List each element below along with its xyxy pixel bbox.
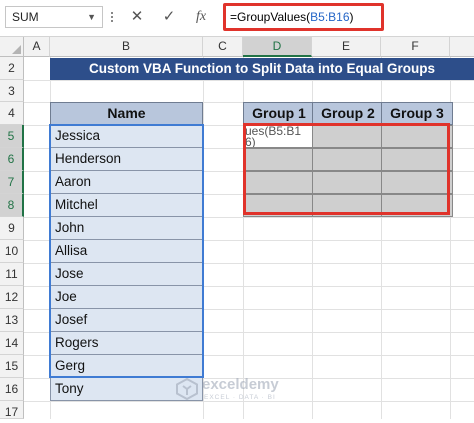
group-1-header: Group 1 — [243, 102, 315, 125]
watermark-tagline: EXCEL · DATA · BI — [204, 394, 276, 401]
active-cell-d5[interactable]: ues(B5:B1 6) — [243, 125, 315, 148]
group-cell[interactable] — [243, 148, 315, 171]
exceldemy-logo-icon — [176, 378, 198, 400]
formula-prefix: =GroupValues( — [230, 10, 311, 24]
name-cell[interactable]: Josef — [50, 309, 203, 332]
group-3-header: Group 3 — [381, 102, 453, 125]
row-header-13[interactable]: 13 — [0, 309, 24, 332]
group-cell[interactable] — [312, 171, 384, 194]
row-header-7[interactable]: 7 — [0, 171, 24, 194]
column-header-d[interactable]: D — [243, 37, 312, 57]
group-cell[interactable] — [243, 194, 315, 217]
name-box-value: SUM — [12, 10, 39, 24]
fx-icon[interactable]: fx — [192, 7, 210, 27]
column-header-blank — [450, 37, 474, 57]
column-header-b[interactable]: B — [50, 37, 203, 57]
cancel-icon[interactable]: ✕ — [128, 7, 146, 27]
name-cell[interactable]: Allisa — [50, 240, 203, 263]
group-cell[interactable] — [381, 125, 453, 148]
enter-icon[interactable]: ✓ — [160, 7, 178, 27]
group-cell[interactable] — [381, 194, 453, 217]
sheet-title: Custom VBA Function to Split Data into E… — [50, 58, 474, 80]
column-header-a[interactable]: A — [24, 37, 50, 57]
name-cell[interactable]: Mitchel — [50, 194, 203, 217]
column-header-c[interactable]: C — [203, 37, 243, 57]
row-header-12[interactable]: 12 — [0, 286, 24, 309]
name-column-header: Name — [50, 102, 203, 125]
row-header-15[interactable]: 15 — [0, 355, 24, 378]
group-cell[interactable] — [381, 171, 453, 194]
row-header-3[interactable]: 3 — [0, 80, 24, 102]
row-header-16[interactable]: 16 — [0, 378, 24, 401]
group-cell[interactable] — [312, 125, 384, 148]
row-header-6[interactable]: 6 — [0, 148, 24, 171]
name-cell[interactable]: Jessica — [50, 125, 203, 148]
name-cell[interactable]: Henderson — [50, 148, 203, 171]
name-cell[interactable]: Joe — [50, 286, 203, 309]
row-header-10[interactable]: 10 — [0, 240, 24, 263]
row-header-17[interactable]: 17 — [0, 401, 24, 419]
row-header-9[interactable]: 9 — [0, 217, 24, 240]
row-header-8[interactable]: 8 — [0, 194, 24, 217]
formula-suffix: ) — [349, 10, 354, 24]
row-header-2[interactable]: 2 — [0, 57, 24, 80]
column-header-f[interactable]: F — [381, 37, 450, 57]
chevron-down-icon[interactable]: ▼ — [87, 7, 96, 27]
row-header-4[interactable]: 4 — [0, 102, 24, 125]
formula-input[interactable]: =GroupValues(B5:B16) — [223, 3, 384, 31]
name-cell[interactable]: Jose — [50, 263, 203, 286]
group-2-header: Group 2 — [312, 102, 384, 125]
group-cell[interactable] — [312, 148, 384, 171]
select-all-corner[interactable] — [0, 37, 24, 57]
row-header-11[interactable]: 11 — [0, 263, 24, 286]
formula-bar: SUM ▼ ✕ ✓ fx =GroupValues(B5:B16) — [0, 0, 474, 37]
group-cell[interactable] — [381, 148, 453, 171]
name-cell[interactable]: John — [50, 217, 203, 240]
group-cell[interactable] — [312, 194, 384, 217]
column-header-e[interactable]: E — [312, 37, 381, 57]
drag-handle-icon[interactable] — [111, 10, 114, 24]
name-cell[interactable]: Aaron — [50, 171, 203, 194]
name-cell[interactable]: Rogers — [50, 332, 203, 355]
row-header-5[interactable]: 5 — [0, 125, 24, 148]
group-cell[interactable] — [243, 171, 315, 194]
formula-range-ref: B5:B16 — [310, 10, 350, 24]
name-box[interactable]: SUM ▼ — [5, 6, 103, 28]
exceldemy-watermark: exceldemy EXCEL · DATA · BI — [176, 374, 326, 408]
row-header-14[interactable]: 14 — [0, 332, 24, 355]
watermark-brand: exceldemy — [202, 376, 279, 393]
